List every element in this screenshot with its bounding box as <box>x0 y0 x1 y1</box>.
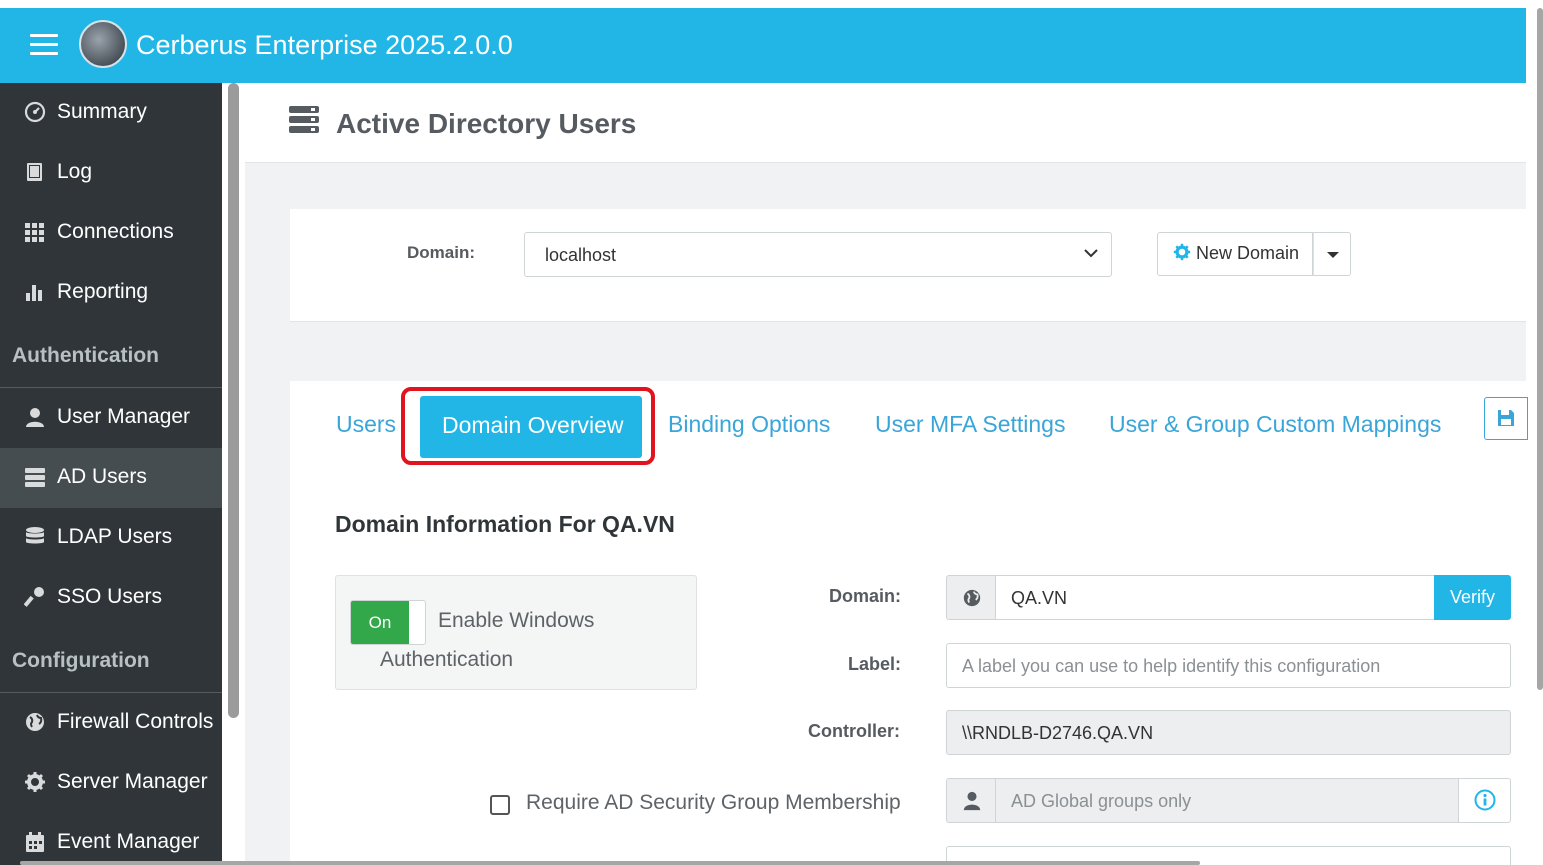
windows-auth-toggle[interactable]: On <box>350 600 426 645</box>
horizontal-scrollbar[interactable] <box>20 861 1200 865</box>
sidebar-item-connections[interactable]: Connections <box>0 203 222 263</box>
domain-field-label: Domain: <box>829 586 901 606</box>
label-field-label: Label: <box>848 654 902 674</box>
globe-addon <box>946 575 996 620</box>
chevron-down-icon <box>1083 245 1099 261</box>
section-configuration: Configuration <box>12 649 150 672</box>
sidebar-scrollbar[interactable] <box>228 83 239 718</box>
grid-icon <box>24 221 46 243</box>
sidebar-item-label: Firewall Controls <box>57 710 214 733</box>
sidebar-item-label: Summary <box>57 100 147 123</box>
calendar-icon <box>24 831 46 853</box>
gear-icon <box>24 771 46 793</box>
tab-label: Domain Overview <box>442 412 624 438</box>
dashboard-icon <box>24 101 46 123</box>
controller-input-group: \\RNDLB-D2746.QA.VN <box>946 710 1511 755</box>
cerberus-logo <box>79 20 127 68</box>
verify-button[interactable]: Verify <box>1434 575 1511 620</box>
label-input-group: A label you can use to help identify thi… <box>946 643 1511 688</box>
new-domain-button[interactable]: New Domain <box>1157 232 1313 276</box>
tab-users[interactable]: Users <box>336 411 396 438</box>
controller-input[interactable]: \\RNDLB-D2746.QA.VN <box>946 710 1511 755</box>
sidebar-item-label: SSO Users <box>57 585 163 608</box>
user-icon <box>24 406 46 428</box>
new-domain-label: New Domain <box>1196 243 1300 263</box>
windows-auth-panel: On Enable Windows Authentication <box>335 575 697 690</box>
domain-select-label: Domain: <box>407 243 475 262</box>
section-title: Domain Information For QA.VN <box>335 511 675 537</box>
save-icon <box>1498 410 1514 426</box>
sidebar: Summary Log Connections Reporting Authen… <box>0 83 222 865</box>
globe-icon <box>24 711 46 733</box>
sidebar-item-label: User Manager <box>57 405 191 428</box>
page-scrollbar[interactable] <box>1537 8 1543 690</box>
globe-icon <box>963 589 981 607</box>
new-domain-dropdown-button[interactable] <box>1313 232 1351 276</box>
sidebar-item-label: Connections <box>57 220 174 243</box>
sidebar-item-label: AD Users <box>57 465 147 488</box>
windows-auth-label: Enable Windows <box>438 609 595 632</box>
sidebar-item-sso-users[interactable]: SSO Users <box>0 568 222 628</box>
domain-details-card: Users Domain Overview Binding Options Us… <box>290 381 1528 865</box>
tab-user-group-custom-mappings[interactable]: User & Group Custom Mappings <box>1109 411 1441 438</box>
domain-select-value: localhost <box>545 245 617 265</box>
tab-binding-options[interactable]: Binding Options <box>668 411 830 438</box>
bar-chart-icon <box>24 281 46 303</box>
page-header: Active Directory Users <box>245 83 1526 163</box>
sidebar-item-label: Log <box>57 160 93 183</box>
users-addon <box>946 778 996 823</box>
caret-down-icon <box>1327 252 1339 258</box>
group-input-group: AD Global groups only <box>946 778 1511 823</box>
sidebar-item-ad-users[interactable]: AD Users <box>0 448 222 508</box>
key-icon <box>23 586 46 608</box>
domain-selector-card: Domain: localhost New Domain <box>290 209 1526 322</box>
sidebar-item-summary[interactable]: Summary <box>0 83 222 143</box>
group-input[interactable]: AD Global groups only <box>995 778 1459 823</box>
controller-field-label: Controller: <box>808 721 900 741</box>
app-title: Cerberus Enterprise 2025.2.0.0 <box>136 30 513 60</box>
book-icon <box>24 161 46 183</box>
sidebar-item-reporting[interactable]: Reporting <box>0 263 222 323</box>
sidebar-item-label: Server Manager <box>57 770 208 793</box>
label-input[interactable]: A label you can use to help identify thi… <box>946 643 1511 688</box>
save-button[interactable] <box>1484 397 1528 440</box>
windows-auth-label-line2: Authentication <box>380 648 514 671</box>
sidebar-item-log[interactable]: Log <box>0 143 222 203</box>
server-icon <box>289 106 319 134</box>
database-icon <box>24 526 46 548</box>
tab-user-mfa-settings[interactable]: User MFA Settings <box>875 411 1065 438</box>
menu-toggle-icon[interactable] <box>30 32 58 56</box>
info-icon <box>1474 789 1496 811</box>
sidebar-item-user-manager[interactable]: User Manager <box>0 388 222 448</box>
domain-input-group: QA.VN Verify <box>946 575 1511 620</box>
domain-select[interactable]: localhost <box>524 232 1112 277</box>
sidebar-item-label: Reporting <box>57 280 149 303</box>
sidebar-item-label: Event Manager <box>57 830 200 853</box>
toggle-on-label: On <box>351 601 409 644</box>
gear-icon <box>1173 243 1191 261</box>
user-group-icon <box>963 791 981 811</box>
sidebar-item-event-manager[interactable]: Event Manager <box>0 813 222 865</box>
page-title: Active Directory Users <box>336 108 637 139</box>
server-icon <box>24 466 46 488</box>
sidebar-item-server-manager[interactable]: Server Manager <box>0 753 222 813</box>
top-header: Cerberus Enterprise 2025.2.0.0 <box>0 8 1526 83</box>
require-group-checkbox[interactable] <box>490 795 510 815</box>
info-button[interactable] <box>1458 778 1511 823</box>
sidebar-item-ldap-users[interactable]: LDAP Users <box>0 508 222 568</box>
sidebar-item-label: LDAP Users <box>57 525 173 548</box>
section-authentication: Authentication <box>12 344 159 367</box>
require-group-label: Require AD Security Group Membership <box>526 791 901 814</box>
tab-domain-overview[interactable]: Domain Overview <box>420 396 642 458</box>
sidebar-item-firewall-controls[interactable]: Firewall Controls <box>0 693 222 753</box>
domain-input[interactable]: QA.VN <box>995 575 1435 620</box>
